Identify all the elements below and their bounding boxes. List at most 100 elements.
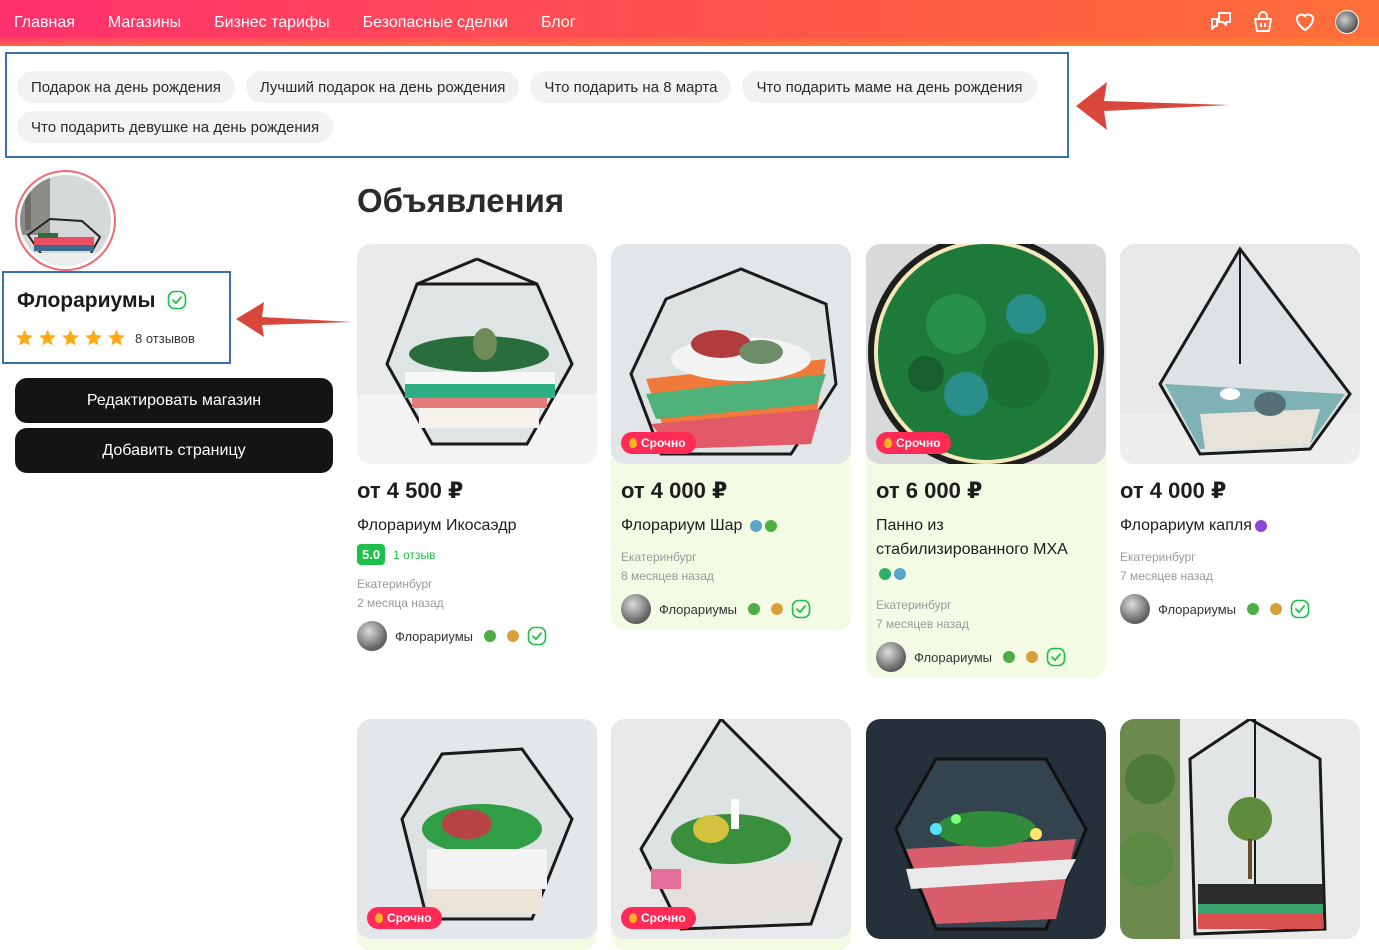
seller-name: Флорариумы	[395, 628, 473, 644]
listing-time: 7 месяцев назад	[876, 617, 969, 631]
listing-time: 7 месяцев назад	[1120, 569, 1213, 583]
listing-title[interactable]: Флорариум капля	[1120, 514, 1350, 538]
star-icon	[108, 329, 125, 346]
listing-card[interactable]: Срочно	[357, 719, 597, 950]
listing-city: Екатеринбург	[1120, 550, 1196, 564]
shop-avatar-image	[20, 175, 111, 266]
listing-card[interactable]: Срочно от 6 000 ₽ Панно из стабилизирова…	[866, 244, 1106, 678]
listing-photo[interactable]: Срочно	[611, 244, 851, 464]
listing-photo[interactable]: Срочно	[611, 719, 851, 939]
plant-icon	[1270, 603, 1282, 615]
listing-card[interactable]	[866, 719, 1106, 950]
verified-icon	[167, 290, 187, 310]
top-navigation-bar: Главная Магазины Бизнес тарифы Безопасны…	[0, 0, 1379, 46]
listing-card[interactable]: от 4 000 ₽ Флорариум капля Екатеринбург …	[1120, 244, 1360, 636]
listings-title: Объявления	[357, 182, 565, 219]
tag-chip[interactable]: Что подарить девушке на день рождения	[17, 111, 334, 143]
nav-safe-deals[interactable]: Безопасные сделки	[363, 14, 508, 32]
star-icon	[39, 329, 56, 346]
seller-avatar	[876, 642, 906, 672]
listing-photo[interactable]: Срочно	[866, 244, 1106, 464]
seller-row[interactable]: Флорариумы	[357, 621, 587, 663]
listing-card[interactable]: от 4 500 ₽ Флорариум Икосаэдр 5.0 1 отзы…	[357, 244, 597, 663]
listing-time: 8 месяцев назад	[621, 569, 714, 583]
listing-card[interactable]	[1120, 719, 1360, 950]
urgent-badge: Срочно	[367, 907, 442, 929]
listing-title[interactable]: Флорариум Икосаэдр	[357, 514, 587, 538]
cactus-icon	[765, 519, 778, 532]
listing-price: от 4 000 ₽	[621, 478, 728, 503]
seller-name: Флорариумы	[659, 601, 737, 617]
listing-price: от 4 000 ₽	[1120, 478, 1227, 503]
heart-icon[interactable]	[1293, 10, 1317, 34]
tag-chip[interactable]: Лучший подарок на день рождения	[245, 71, 520, 103]
user-avatar[interactable]	[1335, 10, 1359, 34]
star-icon	[16, 329, 33, 346]
listing-photo[interactable]	[1120, 244, 1360, 464]
verified-icon	[1046, 647, 1066, 667]
nav-blog[interactable]: Блог	[541, 14, 576, 32]
flame-icon	[629, 438, 637, 448]
tag-chip[interactable]: Что подарить маме на день рождения	[742, 71, 1037, 103]
urgent-badge: Срочно	[621, 432, 696, 454]
cactus-icon	[748, 603, 760, 615]
main-nav: Главная Магазины Бизнес тарифы Безопасны…	[14, 14, 576, 32]
shop-reviews-count[interactable]: 8 отзывов	[135, 331, 195, 346]
listing-photo[interactable]	[357, 244, 597, 464]
flame-icon	[884, 438, 892, 448]
urgent-badge: Срочно	[876, 432, 951, 454]
nav-business-plans[interactable]: Бизнес тарифы	[214, 14, 330, 32]
listing-photo[interactable]	[1120, 719, 1360, 939]
shop-avatar[interactable]	[15, 170, 116, 271]
edit-shop-button[interactable]: Редактировать магазин	[15, 378, 333, 423]
arrow-annotation-tags	[1076, 82, 1230, 130]
basket-icon[interactable]	[1251, 10, 1275, 34]
flame-icon	[629, 913, 637, 923]
chat-icon[interactable]	[1209, 10, 1233, 34]
cactus-icon	[1003, 651, 1015, 663]
seller-name: Флорариумы	[914, 649, 992, 665]
listing-price: от 6 000 ₽	[876, 478, 983, 503]
seller-row[interactable]: Флорариумы	[876, 642, 1096, 678]
listing-price: от 4 500 ₽	[357, 478, 464, 503]
listing-photo[interactable]: Срочно	[357, 719, 597, 939]
listing-city: Екатеринбург	[357, 577, 433, 591]
flame-icon	[375, 913, 383, 923]
tag-chip[interactable]: Что подарить на 8 марта	[530, 71, 732, 103]
listing-photo[interactable]	[866, 719, 1106, 939]
listing-title[interactable]: Флорариум Шар	[621, 514, 841, 538]
seller-row[interactable]: Флорариумы	[621, 594, 841, 630]
rating-badge: 5.0	[357, 544, 386, 565]
tag-chip[interactable]: Подарок на день рождения	[17, 71, 235, 103]
plant-icon	[507, 630, 519, 642]
cactus-icon	[484, 630, 496, 642]
listing-time: 2 месяца назад	[357, 596, 444, 610]
listing-city: Екатеринбург	[876, 598, 952, 612]
verified-icon	[791, 599, 811, 619]
header-actions	[1209, 10, 1359, 34]
shop-name: Флорариумы	[17, 289, 156, 312]
add-page-button[interactable]: Добавить страницу	[15, 428, 333, 473]
shop-rating-stars	[15, 328, 126, 347]
seller-avatar	[1120, 594, 1150, 624]
cactus-icon	[1247, 603, 1259, 615]
nav-home[interactable]: Главная	[14, 14, 75, 32]
verified-icon	[527, 626, 547, 646]
rating-reviews-link[interactable]: 1 отзыв	[393, 548, 435, 562]
star-icon	[62, 329, 79, 346]
tag-list: Подарок на день рождения Лучший подарок …	[17, 71, 1062, 143]
seller-avatar	[357, 621, 387, 651]
listing-card[interactable]: Срочно от 4 000 ₽ Флорариум Шар Екатерин…	[611, 244, 851, 630]
plant-icon	[771, 603, 783, 615]
arrow-annotation-shop	[236, 302, 352, 337]
purple-heart-icon	[1254, 519, 1267, 532]
nav-shops[interactable]: Магазины	[108, 14, 181, 32]
seller-avatar	[621, 594, 651, 624]
listing-card[interactable]: Срочно	[611, 719, 851, 950]
tags-highlight-box: Подарок на день рождения Лучший подарок …	[5, 52, 1069, 158]
seller-row[interactable]: Флорариумы	[1120, 594, 1350, 636]
listing-title[interactable]: Панно из стабилизированного МХА	[876, 514, 1096, 586]
plant-icon	[1026, 651, 1038, 663]
verified-icon	[1290, 599, 1310, 619]
globe-icon	[750, 519, 763, 532]
